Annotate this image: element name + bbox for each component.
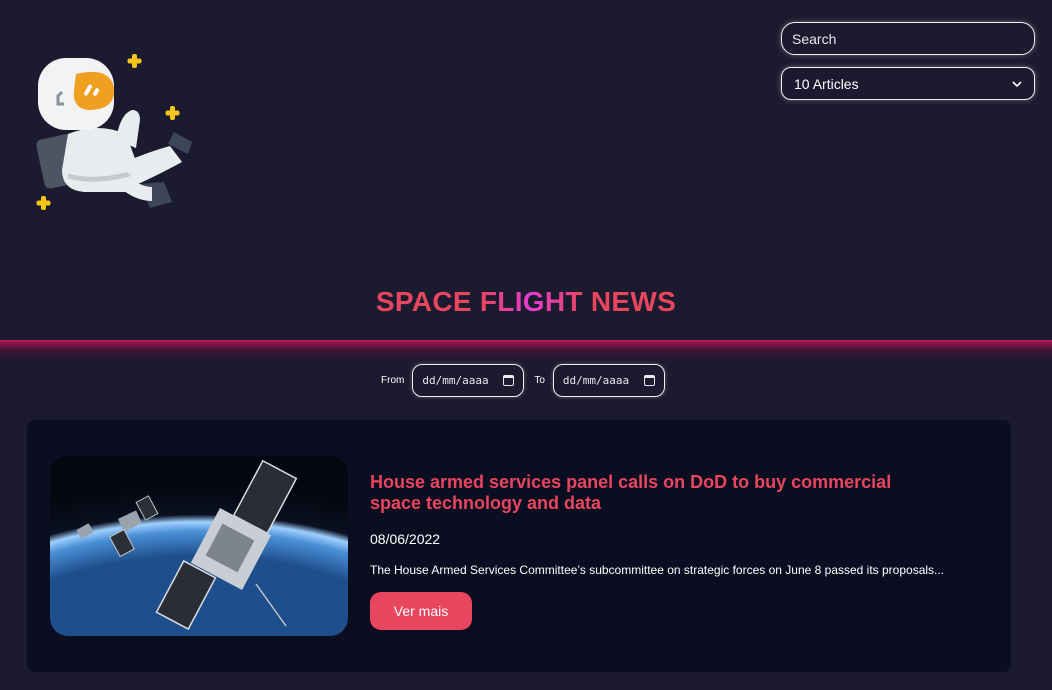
page: 10 Articles SPACE FLIGHT NEWS From dd/mm… xyxy=(0,0,1052,690)
read-more-button[interactable]: Ver mais xyxy=(370,592,472,630)
calendar-icon[interactable] xyxy=(643,375,655,386)
from-date-placeholder: dd/mm/aaaa xyxy=(422,374,489,387)
to-date-input[interactable]: dd/mm/aaaa xyxy=(552,364,665,397)
from-date-input[interactable]: dd/mm/aaaa xyxy=(412,364,525,397)
article-summary: The House Armed Services Committee’s sub… xyxy=(370,563,945,577)
article-image xyxy=(50,456,348,636)
article-title[interactable]: House armed services panel calls on DoD … xyxy=(370,472,930,514)
page-title: SPACE FLIGHT NEWS xyxy=(375,286,677,317)
articles-count-value: 10 Articles xyxy=(794,75,859,92)
to-label: To xyxy=(534,375,545,386)
articles-count-select[interactable]: 10 Articles xyxy=(781,67,1035,100)
article-date: 08/06/2022 xyxy=(370,531,441,547)
to-date-placeholder: dd/mm/aaaa xyxy=(562,374,630,387)
from-label: From xyxy=(381,375,405,386)
astronaut-icon xyxy=(36,54,192,210)
search-input[interactable] xyxy=(781,22,1035,55)
date-filter: From dd/mm/aaaa To dd/mm/aaaa xyxy=(381,364,665,397)
article-card: House armed services panel calls on DoD … xyxy=(27,420,1011,672)
header-divider xyxy=(0,340,1052,362)
chevron-down-icon xyxy=(1012,80,1022,87)
calendar-icon[interactable] xyxy=(503,375,515,386)
